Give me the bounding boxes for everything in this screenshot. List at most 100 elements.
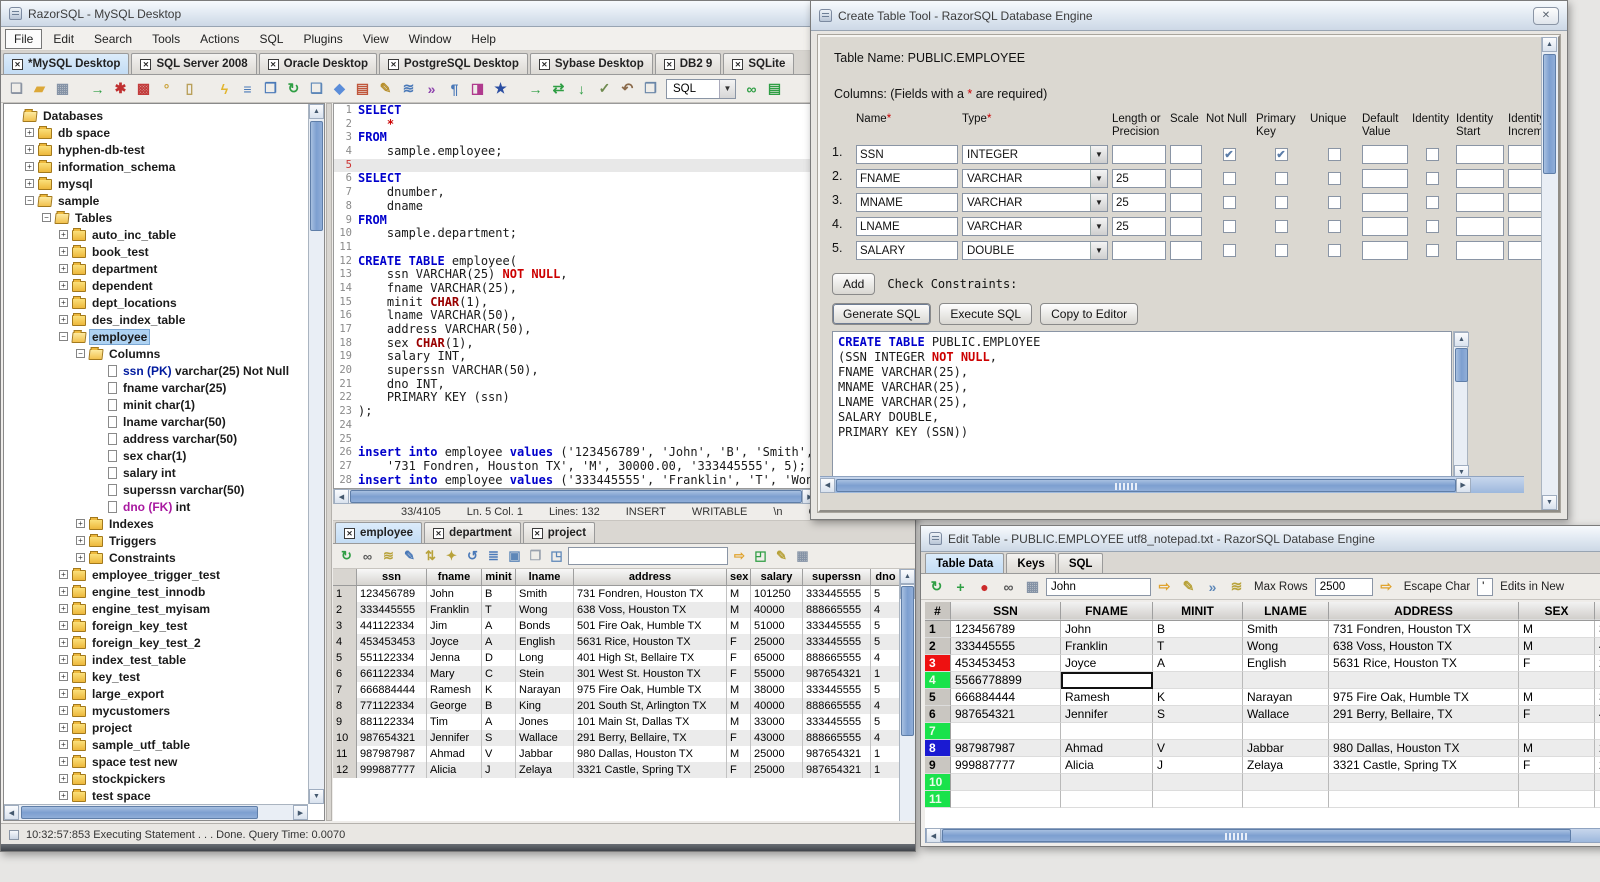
tab-table-data[interactable]: Table Data <box>925 553 1005 573</box>
binoculars-icon[interactable]: ∞ <box>358 547 377 566</box>
cell[interactable]: K <box>482 682 516 698</box>
tree-item[interactable]: + dept_locations <box>4 294 308 311</box>
list-icon[interactable]: ≣ <box>484 547 503 566</box>
preferences-icon[interactable]: ≡ <box>237 78 258 99</box>
length-input[interactable]: 25 <box>1112 169 1166 188</box>
scroll-thumb[interactable] <box>1543 54 1556 174</box>
expand-icon[interactable]: + <box>59 621 68 630</box>
connection-tab[interactable]: Oracle Desktop <box>258 53 378 74</box>
close-tab-icon[interactable] <box>388 58 400 70</box>
cell[interactable]: 453453453 <box>951 655 1061 672</box>
cell[interactable] <box>1243 774 1329 791</box>
primary-key-checkbox[interactable] <box>1274 244 1288 257</box>
cell[interactable]: Franklin <box>427 602 482 618</box>
tree-item[interactable]: + mysql <box>4 175 308 192</box>
expand-icon[interactable]: + <box>59 604 68 613</box>
cell[interactable] <box>1061 723 1153 740</box>
row-number[interactable]: 1 <box>925 621 951 638</box>
chevron-down-icon[interactable] <box>1090 146 1107 163</box>
tree-item[interactable]: + des_index_table <box>4 311 308 328</box>
cell[interactable]: Jim <box>427 618 482 634</box>
close-tab-icon[interactable] <box>663 58 675 70</box>
tree-item[interactable]: + db space <box>4 124 308 141</box>
length-input[interactable]: 25 <box>1112 193 1166 212</box>
cell[interactable]: 55000 <box>751 666 803 682</box>
copy-icon[interactable]: ❐ <box>526 547 545 566</box>
cell[interactable]: J <box>482 762 516 778</box>
cell[interactable]: 999887777 <box>357 762 427 778</box>
row-number[interactable]: 10 <box>925 774 951 791</box>
delete-row-icon[interactable]: ● <box>974 576 995 597</box>
length-input[interactable] <box>1112 145 1166 164</box>
binoculars-icon[interactable]: ∞ <box>998 576 1019 597</box>
length-input[interactable] <box>1112 241 1166 260</box>
identity-checkbox[interactable] <box>1425 220 1439 233</box>
column-header[interactable]: MINIT <box>1153 602 1243 620</box>
default-value-input[interactable] <box>1362 217 1408 236</box>
identity-checkbox[interactable] <box>1425 148 1439 161</box>
result-tab[interactable]: department <box>424 522 521 543</box>
expand-icon[interactable]: + <box>76 536 85 545</box>
open-file-icon[interactable]: ▰ <box>29 78 50 99</box>
cell[interactable]: T <box>482 602 516 618</box>
search-input[interactable] <box>568 547 728 565</box>
columns-icon[interactable]: ▤ <box>352 78 373 99</box>
cell[interactable]: Long <box>516 650 574 666</box>
cell[interactable]: A <box>1153 655 1243 672</box>
tree-item[interactable]: − employee <box>4 328 308 345</box>
scroll-up-icon[interactable] <box>1454 332 1469 347</box>
menu-search[interactable]: Search <box>85 29 141 49</box>
cell[interactable]: 333445555 <box>803 714 871 730</box>
unique-checkbox[interactable] <box>1327 220 1341 233</box>
table-row[interactable]: 11 <box>925 791 1600 808</box>
filter-icon[interactable]: ≋ <box>379 547 398 566</box>
cell[interactable]: S <box>482 730 516 746</box>
cell[interactable]: 51000 <box>751 618 803 634</box>
edit-icon[interactable]: ✎ <box>400 547 419 566</box>
identity-increment-input[interactable] <box>1508 145 1541 164</box>
tree-item[interactable]: + index_test_table <box>4 651 308 668</box>
result-vertical-scrollbar[interactable] <box>899 569 915 821</box>
unique-checkbox[interactable] <box>1327 172 1341 185</box>
table-row[interactable]: 7 666884444 Ramesh K Narayan 975 Fire Oak, Hu… <box>333 682 899 698</box>
cell[interactable]: F <box>727 650 751 666</box>
cell[interactable]: A <box>482 714 516 730</box>
column-header[interactable]: FNAME <box>1061 602 1153 620</box>
cell[interactable]: John <box>427 586 482 602</box>
cell[interactable]: 4 <box>871 602 899 618</box>
tree-item[interactable]: address varchar(50) <box>4 430 308 447</box>
scroll-thumb[interactable] <box>836 478 1456 492</box>
column-name-input[interactable]: FNAME <box>856 169 958 188</box>
cell[interactable]: 4 <box>871 650 899 666</box>
cell[interactable]: 2 <box>1595 740 1600 757</box>
favorites-icon[interactable]: ★ <box>490 78 511 99</box>
search-input[interactable]: John <box>1046 577 1151 596</box>
table-row[interactable]: 4 453453453 Joyce A English 5631 Rice, Housto… <box>333 634 899 650</box>
collapse-icon[interactable]: − <box>25 196 34 205</box>
column-header[interactable]: address <box>574 569 727 585</box>
cell[interactable]: M <box>727 618 751 634</box>
cell[interactable]: 888665555 <box>803 730 871 746</box>
cell[interactable]: 987654321 <box>357 730 427 746</box>
column-name-input[interactable]: MNAME <box>856 193 958 212</box>
cell[interactable]: 987654321 <box>803 746 871 762</box>
expand-icon[interactable]: + <box>59 298 68 307</box>
not-null-checkbox[interactable] <box>1222 244 1236 257</box>
expand-icon[interactable]: + <box>59 587 68 596</box>
cell[interactable]: 333445555 <box>803 586 871 602</box>
cell[interactable]: A <box>482 618 516 634</box>
edit-table-title-bar[interactable]: Edit Table - PUBLIC.EMPLOYEE utf8_notepa… <box>921 526 1600 552</box>
expand-icon[interactable]: + <box>59 247 68 256</box>
expand-icon[interactable]: + <box>59 281 68 290</box>
close-tab-icon[interactable] <box>140 58 152 70</box>
expand-icon[interactable]: + <box>59 315 68 324</box>
not-null-checkbox[interactable] <box>1222 196 1236 209</box>
table-row[interactable]: 9 881122334 Tim A Jones 101 Main St, Dallas T… <box>333 714 899 730</box>
column-header[interactable]: dno <box>871 569 899 585</box>
expand-icon[interactable]: + <box>59 791 68 800</box>
cell[interactable]: M <box>727 746 751 762</box>
chevron-down-icon[interactable] <box>1090 242 1107 259</box>
cell[interactable]: Jennifer <box>1061 706 1153 723</box>
cell[interactable]: 3 <box>1595 621 1600 638</box>
cell[interactable]: English <box>516 634 574 650</box>
